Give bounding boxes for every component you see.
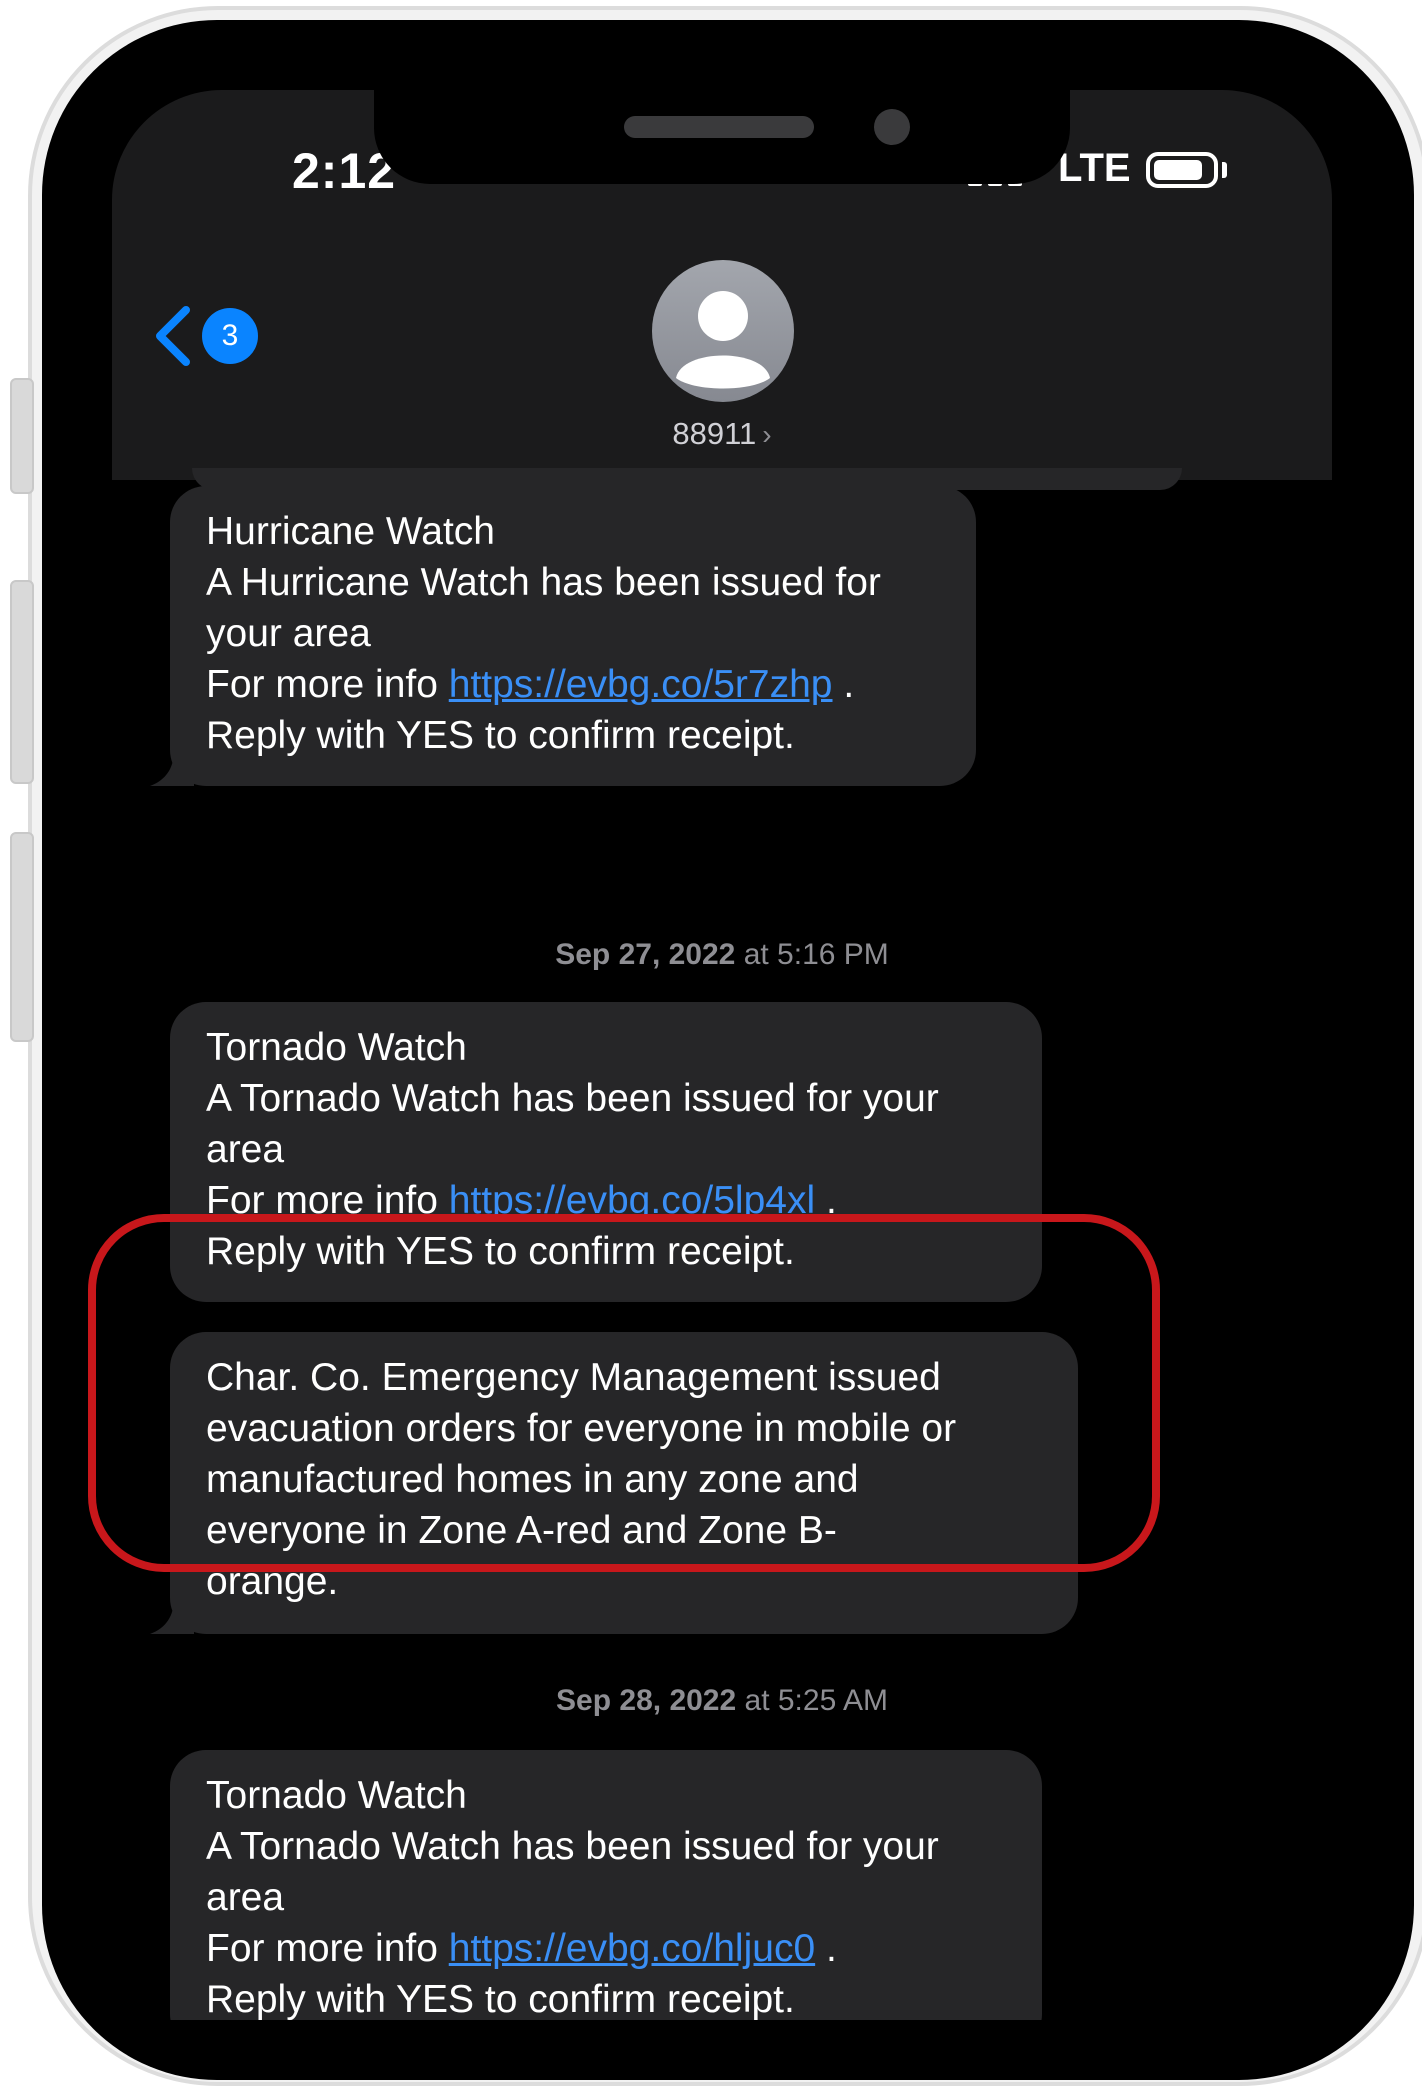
info-suffix: .: [815, 1927, 837, 1970]
info-prefix: For more info: [206, 1927, 449, 1970]
timestamp-divider: Sep 27, 2022 at 5:16 PM: [112, 938, 1332, 972]
message-link[interactable]: https://evbg.co/hljuc0: [449, 1927, 815, 1970]
notch: [374, 90, 1070, 184]
front-camera: [874, 109, 910, 145]
message-reply-instruction: Reply with YES to confirm receipt.: [206, 714, 795, 757]
message-reply-instruction: Reply with YES to confirm receipt.: [206, 1978, 795, 2020]
network-type: LTE: [1058, 146, 1131, 190]
timestamp-time: at 5:16 PM: [735, 938, 889, 971]
message-title: Tornado Watch: [206, 1774, 467, 1817]
message-text: area: [206, 1128, 285, 1171]
message-text: area: [206, 1876, 285, 1919]
timestamp-date: Sep 28, 2022: [556, 1684, 737, 1717]
message-text: your area: [206, 612, 371, 655]
contact-avatar[interactable]: [652, 260, 794, 402]
info-suffix: .: [832, 663, 855, 706]
volume-down-button: [10, 832, 34, 1042]
message-info-line: For more info https://evbg.co/5r7zhp .: [206, 659, 940, 710]
speaker-grille: [624, 116, 814, 138]
message-text: A Hurricane Watch has been issued for: [206, 561, 881, 604]
message-bubble[interactable]: Hurricane Watch A Hurricane Watch has be…: [150, 486, 976, 786]
person-icon: [676, 291, 770, 389]
contact-name-button[interactable]: 88911 ›: [112, 416, 1332, 452]
bubble-tail: [173, 2014, 194, 2020]
timestamp-date: Sep 27, 2022: [555, 938, 736, 971]
battery-cap: [1222, 162, 1227, 178]
chevron-left-icon: [156, 306, 190, 366]
battery-icon: [1146, 152, 1218, 188]
screen: 2:12 LTE 3 88911 › Hurricane Watch A Hurr…: [112, 90, 1332, 2020]
bubble-tail: [150, 1598, 194, 1634]
highlight-annotation: [88, 1214, 1160, 1572]
contact-name: 88911: [672, 416, 757, 451]
message-bubble[interactable]: Tornado Watch A Tornado Watch has been i…: [170, 1750, 1042, 2020]
chevron-right-icon: ›: [762, 419, 772, 450]
message-text: A Tornado Watch has been issued for your: [206, 1825, 939, 1868]
back-button[interactable]: 3: [152, 302, 272, 372]
unread-count-badge: 3: [202, 308, 258, 364]
bubble-tail: [150, 750, 194, 786]
message-text: A Tornado Watch has been issued for your: [206, 1077, 939, 1120]
info-prefix: For more info: [206, 663, 449, 706]
message-title: Hurricane Watch: [206, 510, 495, 553]
message-title: Tornado Watch: [206, 1026, 467, 1069]
message-link[interactable]: https://evbg.co/5r7zhp: [449, 663, 833, 706]
silent-switch: [10, 378, 34, 494]
timestamp-time: at 5:25 AM: [736, 1684, 888, 1717]
timestamp-divider: Sep 28, 2022 at 5:25 AM: [112, 1684, 1332, 1718]
volume-up-button: [10, 580, 34, 784]
message-info-line: For more info https://evbg.co/hljuc0 .: [206, 1923, 1006, 1974]
